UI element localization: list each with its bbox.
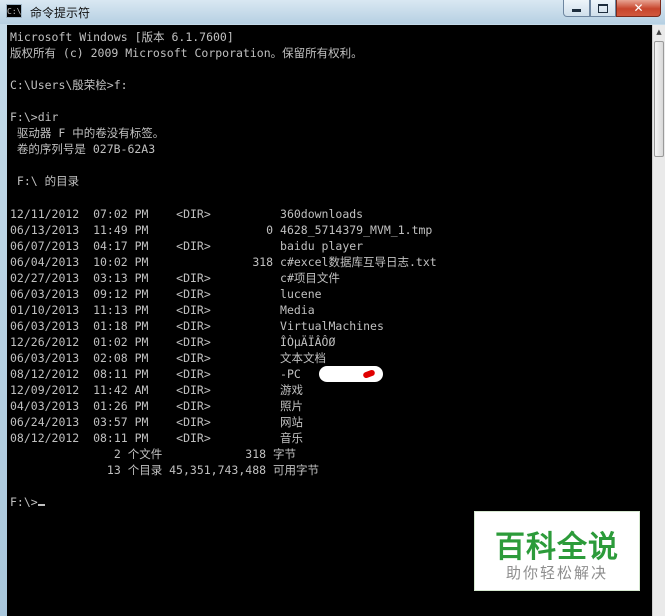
- console-line: 06/24/2013 03:57 PM <DIR> 网站: [10, 415, 304, 430]
- console-line: 06/03/2013 01:18 PM <DIR> VirtualMachine…: [10, 318, 384, 333]
- maximize-button[interactable]: [590, 0, 616, 17]
- window-title: 命令提示符: [30, 6, 91, 20]
- cmd-icon[interactable]: C:\: [6, 4, 22, 18]
- console-line: 06/07/2013 04:17 PM <DIR> baidu player: [10, 238, 364, 253]
- console-line: 06/13/2013 11:49 PM 0 4628_5714379_MVM_1…: [10, 222, 433, 237]
- scroll-thumb[interactable]: [654, 41, 664, 157]
- console-line: F:\ 的目录: [10, 174, 80, 189]
- console-line: 08/12/2012 08:11 PM <DIR> -PC: [10, 367, 301, 382]
- console-line: 04/03/2013 01:26 PM <DIR> 照片: [10, 399, 304, 414]
- minimize-icon: [572, 9, 581, 12]
- console-line: 06/03/2013 09:12 PM <DIR> lucene: [10, 286, 322, 301]
- console-line: F:\>: [10, 494, 45, 510]
- console-line: 06/04/2013 10:02 PM 318 c#excel数据库互导日志.t…: [10, 254, 437, 269]
- console-line: 版权所有 (c) 2009 Microsoft Corporation。保留所有…: [10, 46, 363, 61]
- window-controls: ✕: [563, 0, 661, 18]
- console-line: 驱动器 F 中的卷没有标签。: [10, 126, 165, 141]
- console-line: 06/03/2013 02:08 PM <DIR> 文本文档: [10, 351, 327, 365]
- console-line: Microsoft Windows [版本 6.1.7600]: [10, 30, 234, 44]
- console-line: 08/12/2012 08:11 PM <DIR> 音乐: [10, 431, 304, 446]
- maximize-icon: [598, 3, 608, 13]
- watermark-logo: 百科全说 助你轻松解决: [474, 511, 640, 591]
- console-line: 2 个文件 318 字节: [10, 447, 296, 462]
- console-line: 卷的序列号是 027B-62A3: [10, 142, 156, 157]
- close-button[interactable]: ✕: [616, 0, 661, 17]
- command-prompt-window: C:\ 命令提示符 ✕ Microsoft Windows [版本 6.1.76…: [0, 0, 665, 616]
- console-line: 13 个目录 45,351,743,488 可用字节: [10, 463, 319, 478]
- title-bar[interactable]: C:\ 命令提示符 ✕: [0, 0, 665, 24]
- console-line: 12/09/2012 11:42 AM <DIR> 游戏: [10, 383, 304, 398]
- console-line: 02/27/2013 03:13 PM <DIR> c#项目文件: [10, 270, 340, 285]
- minimize-button[interactable]: [563, 0, 590, 17]
- watermark-title: 百科全说: [495, 530, 619, 565]
- console-line: 12/11/2012 07:02 PM <DIR> 360downloads: [10, 206, 364, 221]
- console-line: C:\Users\殷荣桧>f:: [10, 78, 128, 93]
- vertical-scrollbar[interactable]: ▲: [652, 25, 665, 616]
- text-cursor: [37, 504, 45, 507]
- close-icon: ✕: [633, 1, 644, 15]
- watermark-subtitle: 助你轻松解决: [505, 564, 608, 582]
- scroll-up-arrow-icon[interactable]: ▲: [653, 25, 665, 39]
- console-line: 01/10/2013 11:13 PM <DIR> Media: [10, 302, 315, 317]
- console-line: F:\>dir: [10, 110, 59, 125]
- console-line: 12/26/2012 01:02 PM <DIR> ÎÒµÄÏÂÔØ: [10, 334, 336, 349]
